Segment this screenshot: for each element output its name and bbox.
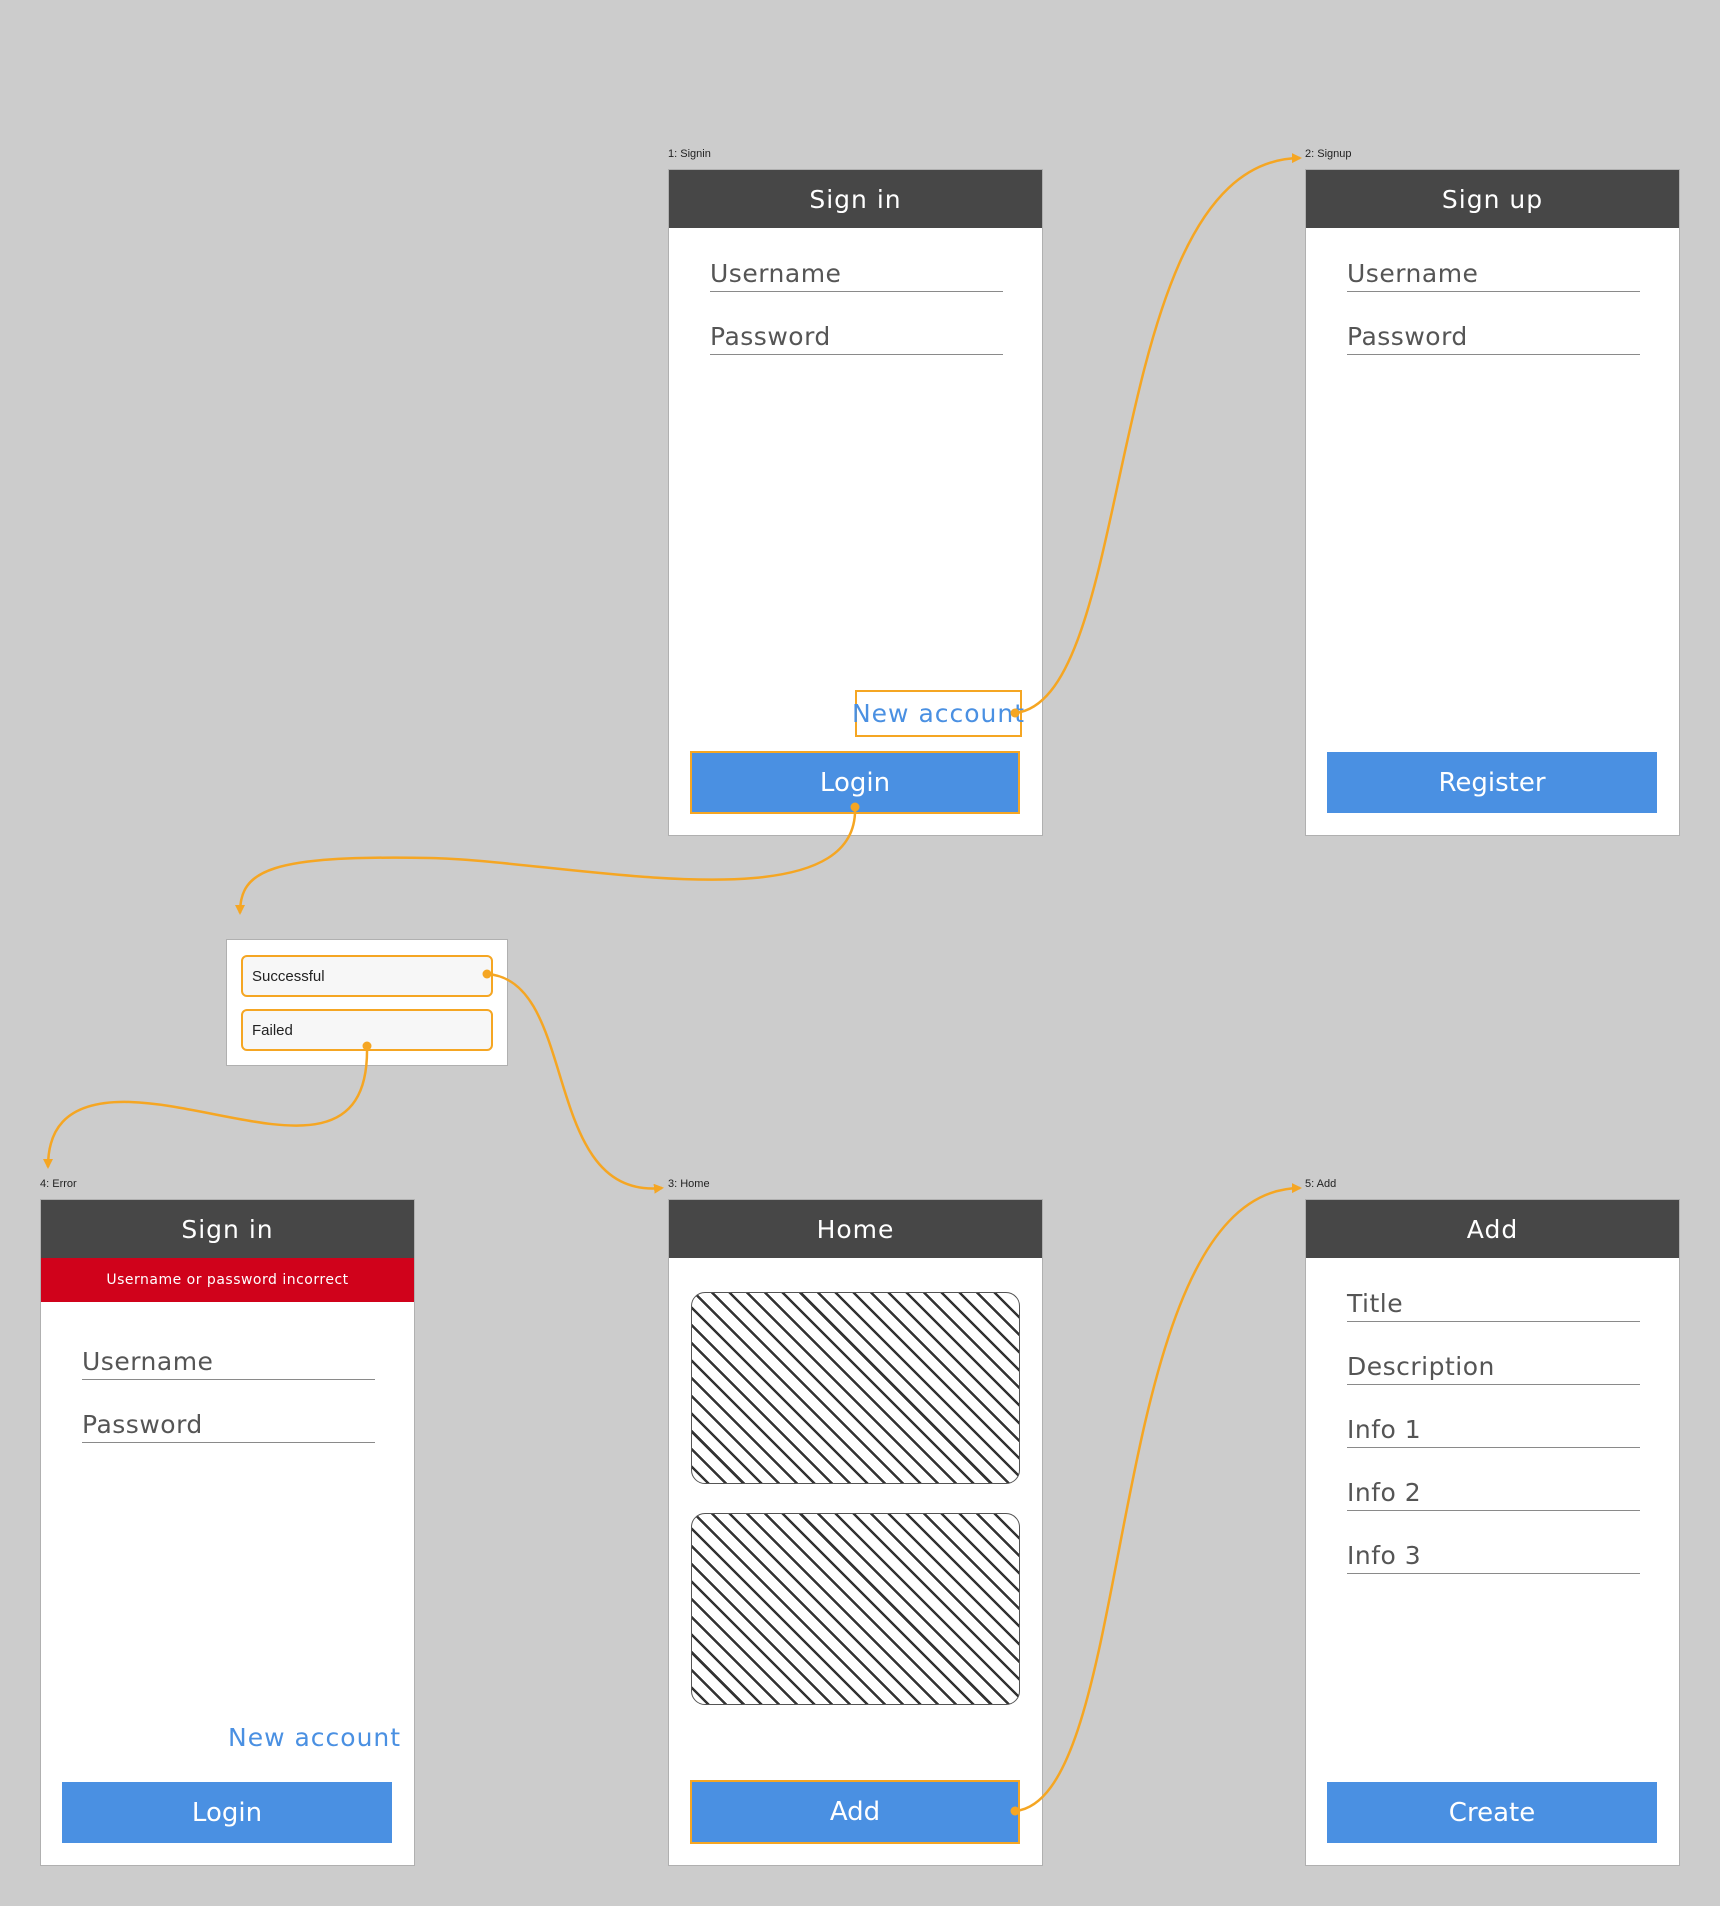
add-title: Add bbox=[1466, 1214, 1519, 1244]
home-navbar: Home bbox=[669, 1200, 1042, 1258]
signin-screen: Sign in Username Password New account Lo… bbox=[668, 169, 1043, 836]
option-successful[interactable]: Successful bbox=[241, 955, 493, 997]
signin-title: Sign in bbox=[809, 184, 902, 214]
home-add-button[interactable]: Add bbox=[690, 1780, 1020, 1844]
error-title: Sign in bbox=[181, 1214, 274, 1244]
signin-new-account-link[interactable]: New account bbox=[852, 690, 1024, 737]
frame-label-add: 5: Add bbox=[1305, 1178, 1337, 1190]
signup-navbar: Sign up bbox=[1306, 170, 1679, 228]
frame-label-home: 3: Home bbox=[668, 1178, 710, 1190]
signup-username-field[interactable]: Username bbox=[1347, 257, 1640, 292]
image-placeholder bbox=[691, 1292, 1020, 1484]
error-login-button[interactable]: Login bbox=[62, 1782, 392, 1843]
add-info-2-field[interactable]: Info 2 bbox=[1347, 1476, 1640, 1511]
add-info-3-field[interactable]: Info 3 bbox=[1347, 1539, 1640, 1574]
add-create-button[interactable]: Create bbox=[1327, 1782, 1657, 1843]
signin-navbar: Sign in bbox=[669, 170, 1042, 228]
add-title-field[interactable]: Title bbox=[1347, 1287, 1640, 1322]
flow-add-to-add-screen bbox=[1014, 1183, 1302, 1813]
signup-password-field[interactable]: Password bbox=[1347, 320, 1640, 355]
image-placeholder bbox=[691, 1513, 1020, 1705]
signin-username-field[interactable]: Username bbox=[710, 257, 1003, 292]
add-info-1-field[interactable]: Info 1 bbox=[1347, 1413, 1640, 1448]
signin-login-button[interactable]: Login bbox=[690, 751, 1020, 814]
error-message-banner: Username or password incorrect bbox=[41, 1258, 414, 1302]
error-navbar: Sign in bbox=[41, 1200, 414, 1258]
flow-successful-to-home bbox=[486, 972, 664, 1194]
signup-title: Sign up bbox=[1441, 184, 1544, 214]
error-password-field[interactable]: Password bbox=[82, 1408, 375, 1443]
option-failed[interactable]: Failed bbox=[241, 1009, 493, 1051]
add-screen: Add Title Description Info 1 Info 2 Info… bbox=[1305, 1199, 1680, 1866]
frame-label-error: 4: Error bbox=[40, 1178, 77, 1190]
login-result-decision: Successful Failed bbox=[226, 939, 508, 1066]
signup-screen: Sign up Username Password Register bbox=[1305, 169, 1680, 836]
error-username-field[interactable]: Username bbox=[82, 1345, 375, 1380]
home-screen: Home Add bbox=[668, 1199, 1043, 1866]
add-navbar: Add bbox=[1306, 1200, 1679, 1258]
home-title: Home bbox=[816, 1214, 895, 1244]
frame-label-signup: 2: Signup bbox=[1305, 148, 1352, 160]
flow-new-account-to-signup bbox=[1014, 153, 1302, 715]
error-new-account-link[interactable]: New account bbox=[228, 1723, 401, 1752]
error-screen: Sign in Username or password incorrect U… bbox=[40, 1199, 415, 1866]
add-description-field[interactable]: Description bbox=[1347, 1350, 1640, 1385]
frame-label-signin: 1: Signin bbox=[668, 148, 711, 160]
signin-password-field[interactable]: Password bbox=[710, 320, 1003, 355]
error-message: Username or password incorrect bbox=[106, 1272, 349, 1288]
signup-register-button[interactable]: Register bbox=[1327, 752, 1657, 813]
